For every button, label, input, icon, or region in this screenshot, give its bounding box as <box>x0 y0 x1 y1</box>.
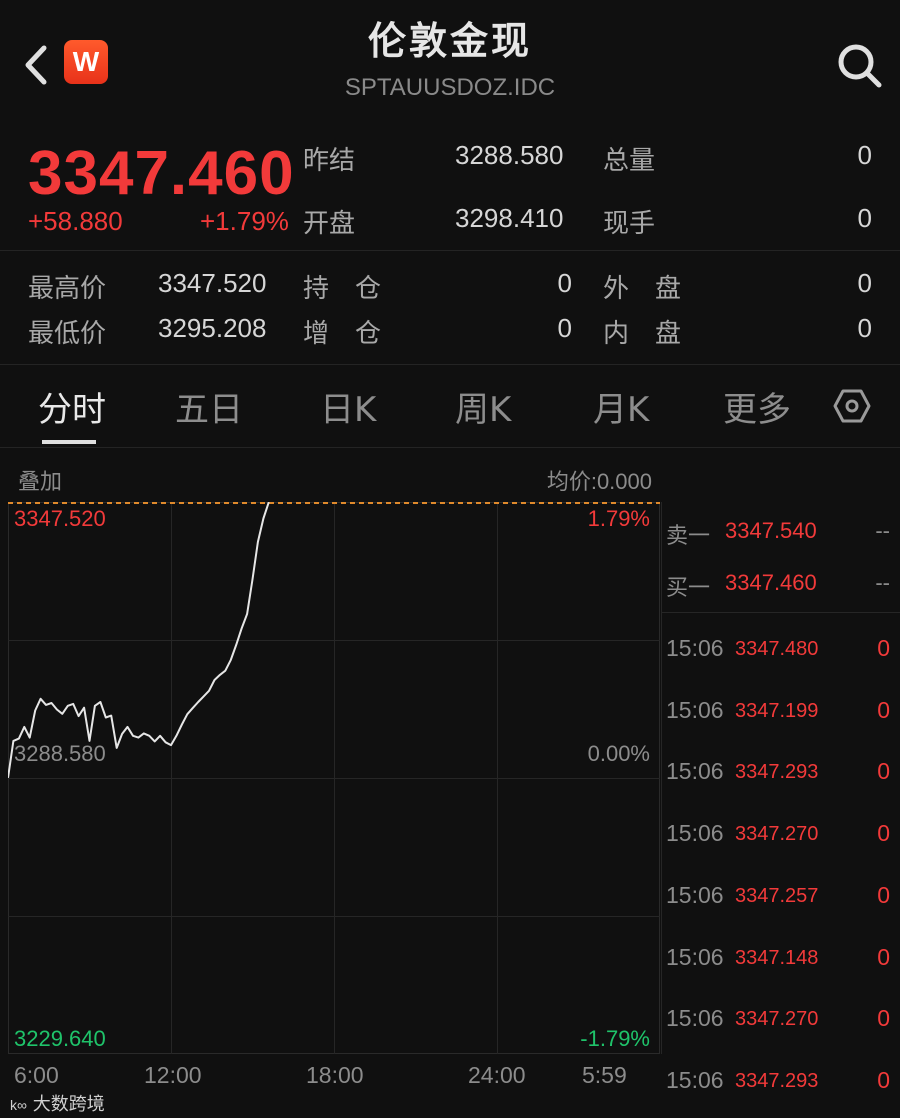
tab-intraday[interactable]: 分时 <box>38 382 106 431</box>
tick-qty: 0 <box>877 758 890 785</box>
open-label: 开盘 <box>303 209 356 239</box>
tab-active-indicator <box>42 440 96 444</box>
tick-price: 3347.293 <box>735 761 819 784</box>
x-tick: 12:00 <box>144 1062 202 1088</box>
tick-time: 15:06 <box>666 758 724 785</box>
x-tick: 5:59 <box>582 1062 627 1088</box>
divider <box>0 250 900 251</box>
bid-price: 3347.460 <box>725 570 817 595</box>
position-label: 持 仓 <box>303 274 382 304</box>
high-label: 最高价 <box>28 274 107 304</box>
watermark-logo: k∞ <box>10 1097 27 1113</box>
tick-qty: 0 <box>877 820 890 847</box>
page-title: 伦敦金现 <box>367 19 532 63</box>
tick-qty: 0 <box>877 943 890 970</box>
divider <box>0 364 900 365</box>
x-tick: 24:00 <box>468 1062 526 1088</box>
price-change: +58.880 <box>28 206 123 236</box>
search-button[interactable] <box>836 42 884 90</box>
tick-price: 3347.270 <box>735 1008 819 1031</box>
tick-row: 15:06 3347.480 0 <box>662 635 900 665</box>
last-price: 3347.460 <box>28 139 295 208</box>
tick-time: 15:06 <box>666 635 724 661</box>
chart-settings-button[interactable] <box>833 387 871 425</box>
inner-value: 0 <box>857 313 872 343</box>
tick-row: 15:06 3347.257 0 <box>662 882 900 912</box>
pct-label-mid: 0.00% <box>587 741 650 766</box>
bid-label: 买一 <box>666 576 711 601</box>
tick-row: 15:06 3347.293 0 <box>662 758 900 788</box>
divider <box>662 612 900 613</box>
tick-row: 15:06 3347.270 0 <box>662 1005 900 1035</box>
pct-label-top: 1.79% <box>587 506 650 531</box>
tick-row: 15:06 3347.293 0 <box>662 1067 900 1097</box>
tick-time: 15:06 <box>666 1005 724 1032</box>
watermark-text: 大数跨境 <box>32 1094 105 1115</box>
tick-row: 15:06 3347.199 0 <box>662 697 900 727</box>
tick-qty: 0 <box>877 881 890 908</box>
tab-weekly-k[interactable]: 周K <box>455 382 511 431</box>
volume-label: 总量 <box>603 146 656 176</box>
divider <box>0 447 900 448</box>
tab-more[interactable]: 更多 <box>723 382 791 431</box>
bid-qty: -- <box>875 570 890 595</box>
increase-value: 0 <box>557 313 572 343</box>
low-label: 最低价 <box>28 319 107 349</box>
avg-price-label: 均价:0.000 <box>546 469 652 494</box>
y-label-top: 3347.520 <box>14 506 106 531</box>
tick-time: 15:06 <box>666 820 724 847</box>
tick-price: 3347.480 <box>735 638 819 660</box>
tick-time: 15:06 <box>666 696 724 723</box>
tick-time: 15:06 <box>666 881 724 908</box>
inner-label: 内 盘 <box>603 319 682 349</box>
tick-row: 15:06 3347.270 0 <box>662 820 900 850</box>
tick-qty: 0 <box>877 1066 890 1093</box>
y-label-bottom: 3229.640 <box>14 1026 106 1051</box>
tab-five-day[interactable]: 五日 <box>175 382 243 431</box>
price-change-pct: +1.79% <box>200 206 289 236</box>
outer-value: 0 <box>857 268 872 298</box>
overlay-button[interactable]: 叠加 <box>18 464 62 496</box>
tick-price: 3347.199 <box>735 699 819 722</box>
ask-qty: -- <box>875 518 890 543</box>
intraday-chart[interactable] <box>8 502 660 1054</box>
tick-price: 3347.293 <box>735 1069 819 1092</box>
high-value: 3347.520 <box>158 268 267 298</box>
current-hand-label: 现手 <box>603 209 656 239</box>
x-tick: 18:00 <box>306 1062 364 1088</box>
current-hand-value: 0 <box>857 203 872 233</box>
position-value: 0 <box>557 268 572 298</box>
tick-price: 3347.257 <box>735 884 819 907</box>
tick-qty: 0 <box>877 1005 890 1032</box>
tab-daily-k[interactable]: 日K <box>320 382 376 431</box>
tick-price: 3347.270 <box>735 823 819 846</box>
prev-close-value: 3288.580 <box>455 140 564 170</box>
ask-price: 3347.540 <box>725 518 817 543</box>
tick-row: 15:06 3347.148 0 <box>662 944 900 974</box>
watermark: k∞ 大数跨境 <box>10 1090 105 1116</box>
outer-label: 外 盘 <box>603 274 682 304</box>
volume-value: 0 <box>857 140 872 170</box>
prev-close-label: 昨结 <box>303 146 356 176</box>
tick-time: 15:06 <box>666 1066 724 1093</box>
tab-monthly-k[interactable]: 月K <box>593 382 649 431</box>
tick-time: 15:06 <box>666 943 724 970</box>
chart-grid <box>8 502 660 1054</box>
open-value: 3298.410 <box>455 203 564 233</box>
increase-label: 增 仓 <box>303 319 382 349</box>
search-icon <box>838 44 882 88</box>
y-label-mid: 3288.580 <box>14 741 106 766</box>
ask-label: 卖一 <box>666 524 711 549</box>
tick-qty: 0 <box>877 696 890 723</box>
settings-hex-icon <box>833 389 871 423</box>
x-tick: 6:00 <box>14 1062 59 1088</box>
pct-label-bottom: -1.79% <box>580 1026 650 1051</box>
tick-qty: 0 <box>877 635 890 661</box>
tick-price: 3347.148 <box>735 946 819 969</box>
symbol-code: SPTAUUSDOZ.IDC <box>344 74 556 101</box>
low-value: 3295.208 <box>158 313 267 343</box>
